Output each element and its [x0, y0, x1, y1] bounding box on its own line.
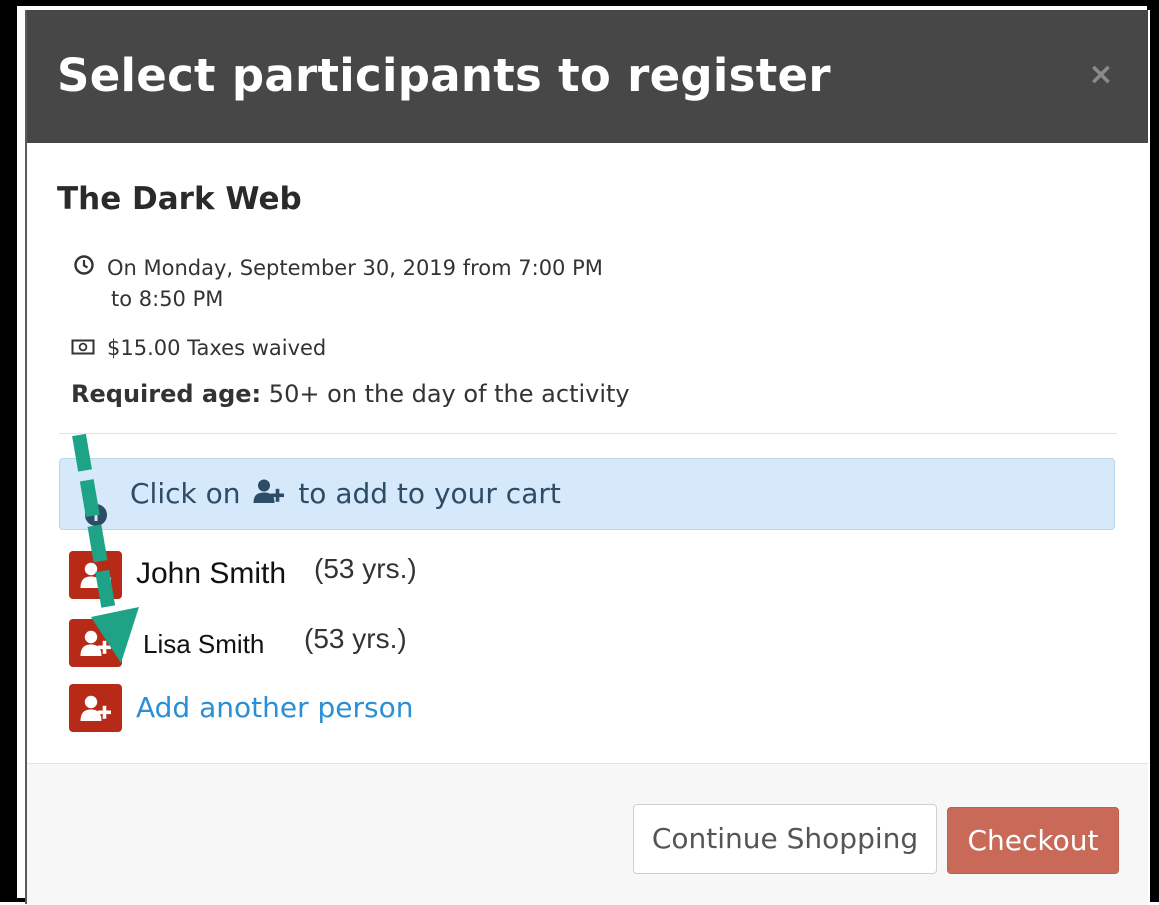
- participant-name: John Smith: [136, 557, 287, 590]
- activity-price: $15.00 Taxes waived: [71, 333, 326, 364]
- add-user-icon: [253, 460, 285, 530]
- money-icon: [71, 334, 95, 364]
- modal-footer: Continue Shopping Checkout: [27, 763, 1148, 905]
- activity-age-requirement: Required age: 50+ on the day of the acti…: [71, 379, 630, 409]
- schedule-line-2: to 8:50 PM: [111, 287, 224, 311]
- continue-shopping-button[interactable]: Continue Shopping: [633, 804, 937, 874]
- participant-age: (53 yrs.): [314, 553, 417, 584]
- annotation-arrow: [72, 433, 139, 663]
- add-another-person-button[interactable]: [69, 684, 122, 732]
- activity-title: The Dark Web: [57, 181, 302, 217]
- add-user-icon: [80, 695, 111, 721]
- activity-schedule: On Monday, September 30, 2019 from 7:00 …: [73, 253, 603, 314]
- age-label: Required age:: [71, 380, 262, 408]
- schedule-line-1: On Monday, September 30, 2019 from 7:00 …: [107, 256, 603, 280]
- clock-icon: [73, 254, 95, 284]
- info-alert: Click on to add to your cart: [59, 458, 1115, 530]
- participant-name: Lisa Smith: [143, 629, 265, 659]
- alert-text: Click on to add to your cart: [130, 459, 561, 530]
- register-modal: Select participants to register × The Da…: [25, 10, 1150, 905]
- alert-text-after: to add to your cart: [298, 477, 561, 510]
- checkout-button[interactable]: Checkout: [947, 807, 1119, 874]
- price-text: $15.00 Taxes waived: [107, 336, 327, 360]
- add-another-person-link[interactable]: Add another person: [136, 691, 413, 724]
- modal-title: Select participants to register: [57, 49, 831, 102]
- age-value: 50+ on the day of the activity: [268, 380, 630, 408]
- modal-header: Select participants to register ×: [27, 10, 1148, 143]
- divider: [59, 433, 1117, 434]
- modal-body: The Dark Web On Monday, September 30, 20…: [27, 143, 1148, 763]
- participant-age: (53 yrs.): [304, 623, 407, 654]
- close-icon[interactable]: ×: [1084, 58, 1118, 92]
